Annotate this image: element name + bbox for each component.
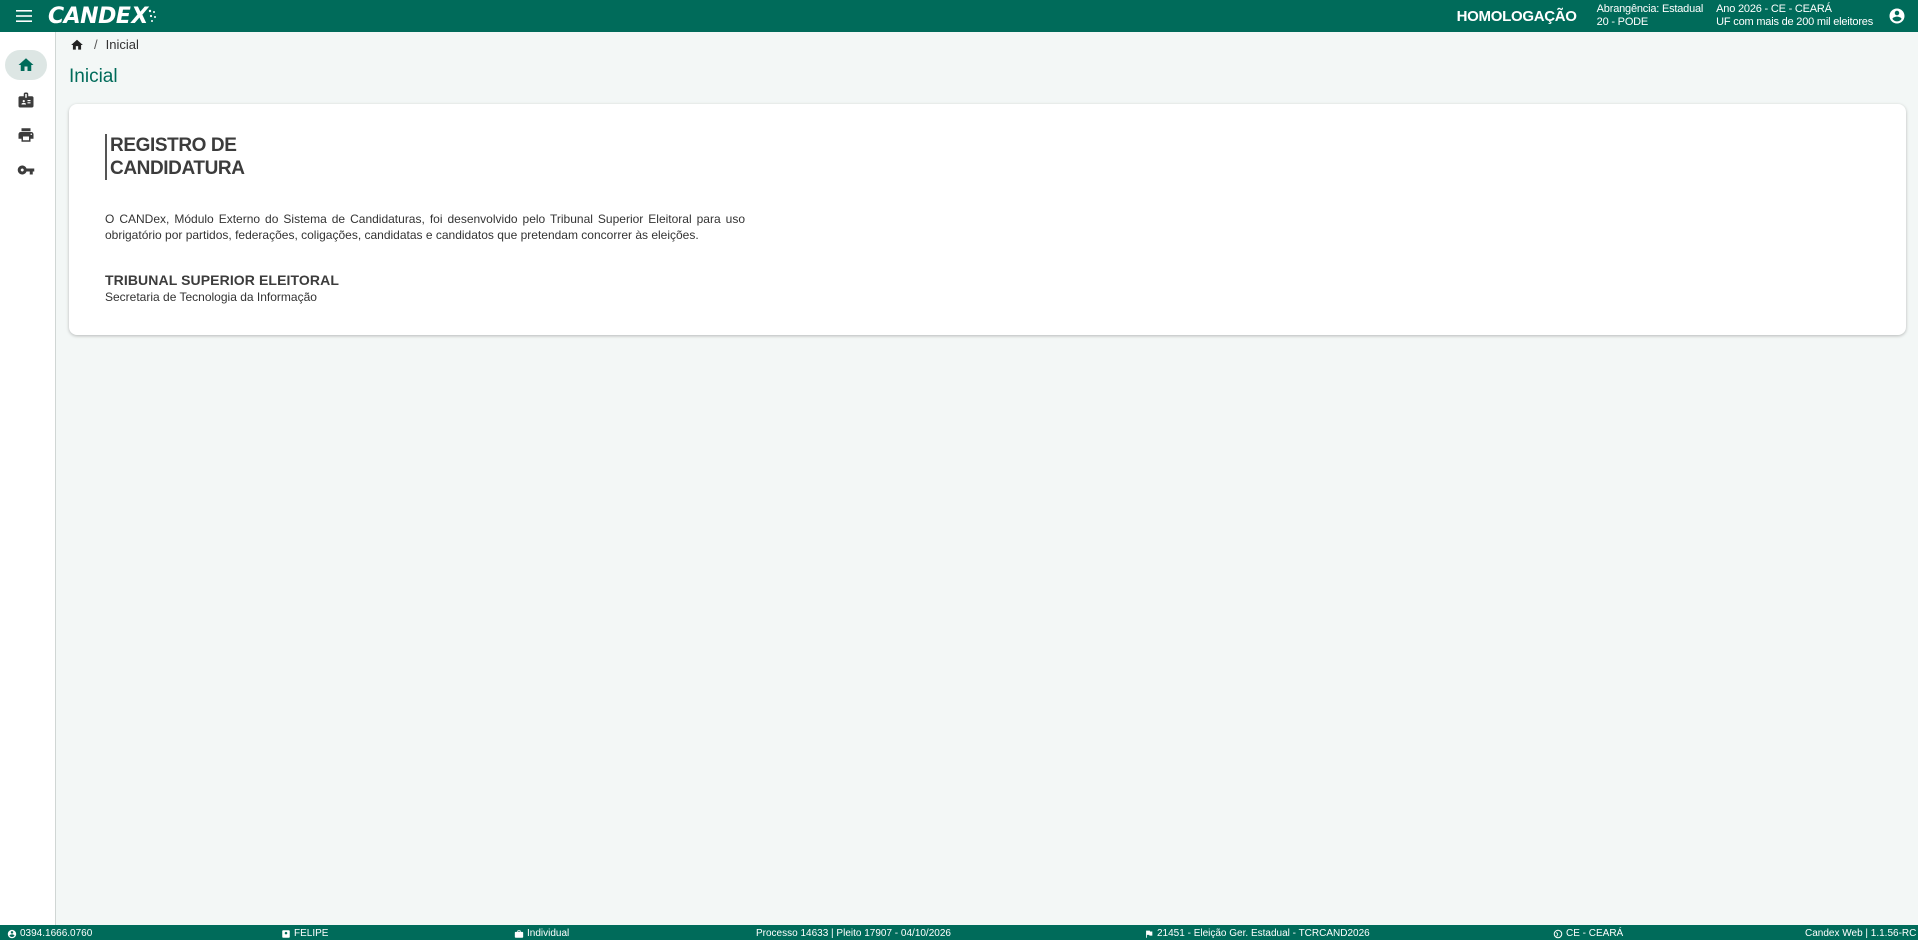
account-circle-icon[interactable] [1886, 5, 1908, 27]
menu-icon[interactable] [8, 0, 40, 32]
sidebar-item-home[interactable] [5, 50, 47, 80]
scope-line-2: 20 - PODE [1596, 16, 1649, 28]
account-circle-icon [7, 929, 17, 938]
main-content: / Inicial Inicial REGISTRO DE CANDIDATUR… [56, 32, 1918, 925]
sidebar-item-key[interactable] [5, 155, 47, 185]
print-icon [18, 128, 34, 142]
breadcrumb-current: Inicial [105, 37, 139, 52]
candex-logo[interactable]: CANDE X [48, 4, 158, 29]
status-user-name: FELIPE [281, 928, 328, 939]
scope-line-1: Abrangência: Estadual [1596, 3, 1704, 15]
card-description: O CANDex, Módulo Externo do Sistema de C… [105, 212, 745, 242]
status-election: 21451 - Eleição Ger. Estadual - TCRCAND2… [1144, 928, 1370, 939]
badge-icon [282, 929, 290, 938]
flag-icon [1146, 930, 1153, 938]
scope-info: Abrangência: Estadual 20 - PODE [1597, 3, 1704, 29]
status-version-text: Candex Web | 1.1.56-RC [1805, 928, 1917, 939]
top-app-bar: CANDE X HOMOLOGAÇÃO Abrangência: Estadual… [0, 0, 1918, 32]
briefcase-icon [514, 929, 524, 938]
card-heading-line-2: CANDIDATURA [110, 158, 245, 179]
status-election-text: 21451 - Eleição Ger. Estadual - TCRCAND2… [1157, 928, 1370, 939]
sidebar-item-print[interactable] [5, 120, 47, 150]
badge-icon [18, 92, 34, 108]
status-mode-text: Individual [527, 928, 570, 939]
globe-icon [1553, 929, 1563, 938]
page-title: Inicial [69, 66, 118, 87]
status-bar: 0394.1666.0760 FELIPE Individual Process… [0, 925, 1918, 940]
org-name: TRIBUNAL SUPERIOR ELEITORAL [105, 272, 339, 288]
card-heading: REGISTRO DE CANDIDATURA [105, 134, 245, 180]
breadcrumb: / Inicial [70, 37, 139, 52]
status-user-name-text: FELIPE [294, 928, 329, 939]
status-process: Processo 14633 | Pleito 17907 - 04/10/20… [756, 928, 951, 939]
logo-dots-icon [148, 9, 156, 22]
org-subtitle: Secretaria de Tecnologia da Informação [105, 290, 317, 304]
sidebar [0, 32, 56, 925]
card-heading-line-1: REGISTRO DE [110, 135, 237, 156]
status-process-text: Processo 14633 | Pleito 17907 - 04/10/20… [756, 928, 951, 939]
info-card: REGISTRO DE CANDIDATURA O CANDex, Módulo… [69, 104, 1906, 335]
breadcrumb-separator: / [94, 37, 98, 52]
status-uf-text: CE - CEARÁ [1566, 928, 1624, 939]
year-line-1: Ano 2026 - CE - CEARÁ [1716, 3, 1832, 15]
year-info: Ano 2026 - CE - CEARÁ UF com mais de 200… [1716, 3, 1873, 29]
status-user-id: 0394.1666.0760 [7, 928, 92, 939]
environment-label: HOMOLOGAÇÃO [1456, 7, 1577, 25]
status-mode: Individual [514, 928, 569, 939]
year-line-2: UF com mais de 200 mil eleitores [1716, 16, 1873, 28]
status-uf: CE - CEARÁ [1553, 928, 1623, 939]
status-user-id-text: 0394.1666.0760 [20, 928, 93, 939]
status-version: Candex Web | 1.1.56-RC [1805, 928, 1916, 939]
logo-text: CANDE [48, 3, 131, 29]
home-icon [71, 39, 83, 50]
home-icon [18, 58, 34, 71]
logo-x: X [131, 3, 148, 29]
breadcrumb-home[interactable] [70, 38, 84, 52]
key-icon [17, 165, 35, 175]
sidebar-item-candidate[interactable] [5, 85, 47, 115]
